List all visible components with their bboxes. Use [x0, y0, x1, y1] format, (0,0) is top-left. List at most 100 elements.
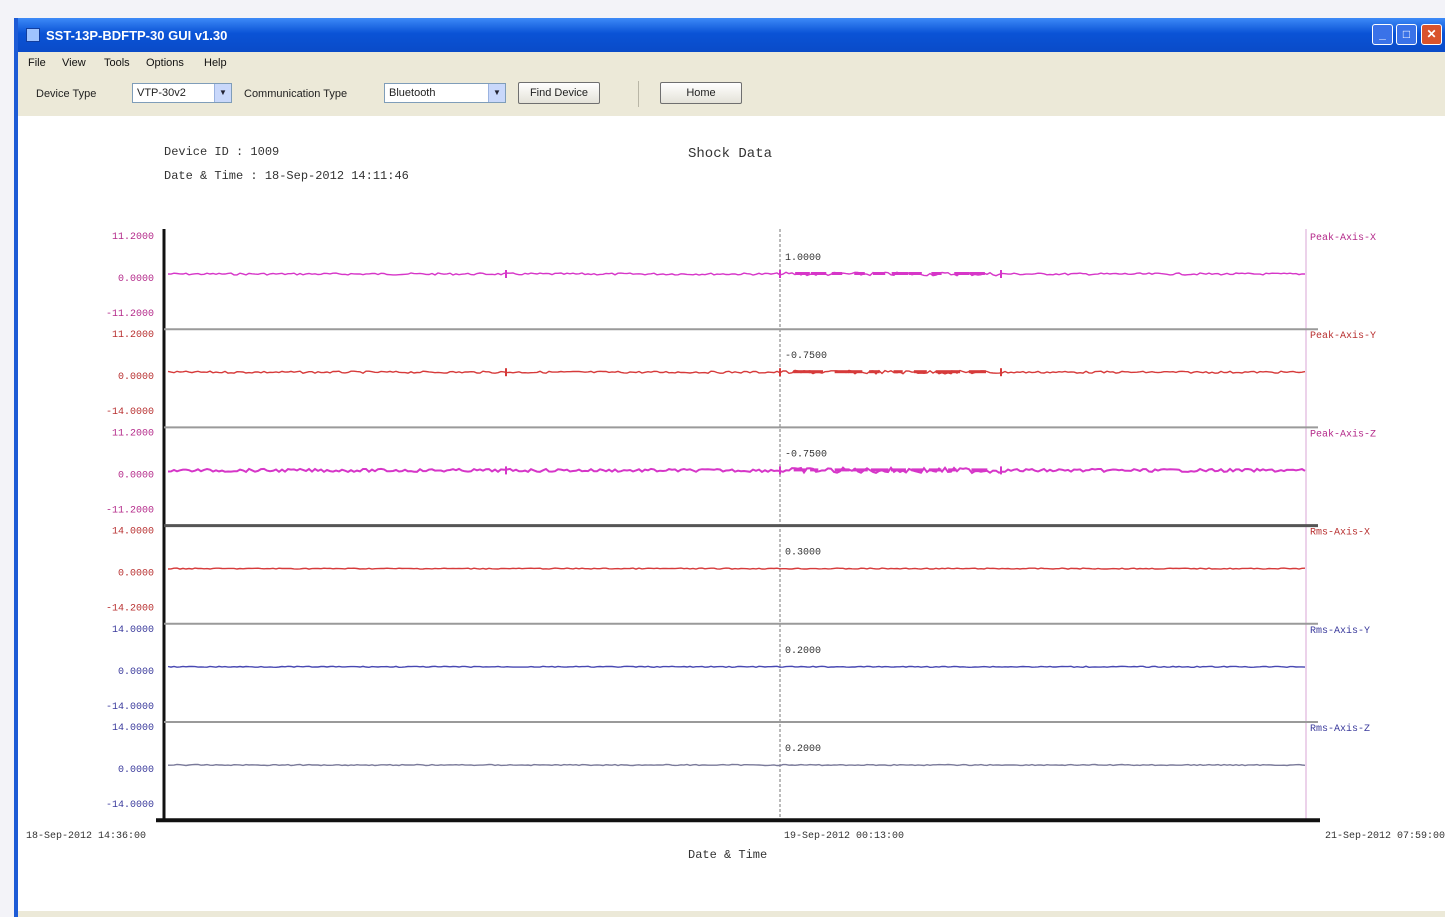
channel-rms-axis-x: 14.0000 0.0000 -14.2000 Rms-Axis-X 0.3000	[106, 524, 1370, 615]
y-tick-label: 14.0000	[112, 625, 154, 636]
chevron-down-icon[interactable]: ▼	[488, 84, 505, 102]
shock-data-chart: Device ID : 1009 Date & Time : 18-Sep-20…	[26, 145, 1445, 862]
y-tick-label: 14.0000	[112, 723, 154, 734]
series-trace	[167, 271, 1306, 277]
event-cluster	[931, 272, 942, 275]
chart-title: Shock Data	[688, 146, 772, 162]
communication-type-select[interactable]: Bluetooth ▼	[384, 83, 506, 103]
y-tick-label: -11.2000	[106, 505, 154, 516]
home-button[interactable]: Home	[660, 82, 742, 104]
y-tick-label: 11.2000	[112, 428, 154, 439]
series-name-label: Rms-Axis-Z	[1310, 723, 1370, 735]
y-tick-label: -14.0000	[106, 407, 154, 418]
y-tick-label: -14.0000	[106, 800, 154, 811]
menu-help[interactable]: Help	[204, 57, 227, 69]
cursor-value-label: 0.3000	[785, 548, 821, 559]
event-cluster	[793, 370, 811, 374]
event-cluster	[848, 370, 863, 374]
device-id-text: Device ID : 1009	[164, 145, 279, 159]
channel-peak-axis-z: 11.2000 0.0000 -11.2000 Peak-Axis-Z -0.7500	[106, 426, 1376, 516]
series-trace	[167, 567, 1306, 570]
title-bar[interactable]: SST-13P-BDFTP-30 GUI v1.30 _ □ ✕	[18, 18, 1445, 52]
event-cluster	[890, 468, 906, 472]
series-name-label: Peak-Axis-Y	[1310, 330, 1376, 342]
event-cluster	[954, 272, 970, 275]
y-tick-label: 11.2000	[112, 232, 154, 243]
application-window: SST-13P-BDFTP-30 GUI v1.30 _ □ ✕ File Vi…	[14, 18, 1445, 917]
app-icon	[26, 28, 40, 42]
series-name-label: Rms-Axis-Y	[1310, 625, 1370, 637]
y-tick-label: 14.0000	[112, 527, 154, 538]
event-cluster	[870, 468, 889, 472]
cursor-value-label: -0.7500	[785, 351, 827, 362]
menu-file[interactable]: File	[28, 57, 46, 69]
device-type-select[interactable]: VTP-30v2 ▼	[132, 83, 232, 103]
window-title: SST-13P-BDFTP-30 GUI v1.30	[46, 28, 228, 43]
event-cluster	[948, 468, 957, 472]
event-cluster	[969, 272, 985, 275]
communication-type-value: Bluetooth	[389, 87, 436, 99]
event-cluster	[810, 272, 827, 275]
close-button[interactable]: ✕	[1421, 24, 1442, 45]
chevron-down-icon[interactable]: ▼	[214, 84, 231, 102]
y-tick-label: -14.2000	[106, 604, 154, 615]
event-cluster	[834, 468, 850, 472]
channel-rms-axis-y: 14.0000 0.0000 -14.0000 Rms-Axis-Y 0.2000	[106, 622, 1370, 713]
event-cluster	[951, 370, 961, 374]
y-tick-label: -14.0000	[106, 702, 154, 713]
menu-view[interactable]: View	[62, 57, 86, 69]
cursor-value-label: 0.2000	[785, 646, 821, 657]
device-type-label: Device Type	[36, 88, 97, 100]
event-cluster	[893, 370, 903, 374]
event-cluster	[793, 468, 807, 472]
y-tick-label: -11.2000	[106, 309, 154, 320]
event-cluster	[891, 272, 909, 275]
series-name-label: Peak-Axis-X	[1310, 232, 1376, 244]
cursor-value-label: -0.7500	[785, 449, 827, 460]
event-cluster	[808, 370, 824, 374]
channel-rms-axis-z: 14.0000 0.0000 -14.0000 Rms-Axis-Z 0.2000	[106, 721, 1370, 811]
chart-area: Device ID : 1009 Date & Time : 18-Sep-20…	[18, 116, 1445, 911]
y-tick-label: 0.0000	[118, 470, 154, 481]
y-tick-label: 11.2000	[112, 330, 154, 341]
event-cluster	[872, 272, 886, 275]
x-axis-label: Date & Time	[688, 848, 767, 862]
y-tick-label: 0.0000	[118, 372, 154, 383]
menu-bar: File View Tools Options Help	[18, 52, 1445, 74]
cursor-value-label: 0.2000	[785, 744, 821, 755]
device-type-value: VTP-30v2	[137, 87, 186, 99]
event-cluster	[913, 370, 927, 374]
channel-peak-axis-x: 11.2000 0.0000 -11.2000 Peak-Axis-X 1.0000	[106, 232, 1376, 320]
event-cluster	[853, 468, 868, 472]
toolbar: Device Type VTP-30v2 ▼ Communication Typ…	[18, 76, 1445, 112]
series-trace	[168, 763, 1306, 767]
event-cluster	[810, 468, 819, 472]
event-cluster	[831, 272, 843, 275]
toolbar-separator	[638, 81, 639, 107]
series-name-label: Peak-Axis-Z	[1310, 428, 1376, 440]
x-tick-label: 18-Sep-2012 14:36:00	[26, 831, 146, 842]
x-tick-label: 19-Sep-2012 00:13:00	[784, 831, 904, 842]
maximize-button[interactable]: □	[1396, 24, 1417, 45]
event-cluster	[834, 370, 849, 374]
event-cluster	[795, 272, 810, 275]
menu-options[interactable]: Options	[146, 57, 184, 69]
find-device-button[interactable]: Find Device	[518, 82, 600, 104]
communication-type-label: Communication Type	[244, 88, 348, 100]
channel-peak-axis-y: 11.2000 0.0000 -14.0000 Peak-Axis-Y -0.7500	[106, 328, 1376, 418]
minimize-button[interactable]: _	[1372, 24, 1393, 45]
cursor-value-label: 1.0000	[785, 253, 821, 264]
event-cluster	[908, 272, 922, 275]
date-time-text: Date & Time : 18-Sep-2012 14:11:46	[164, 169, 409, 183]
event-cluster	[968, 370, 987, 374]
y-tick-label: 0.0000	[118, 274, 154, 285]
x-tick-label: 21-Sep-2012 07:59:00	[1325, 831, 1445, 842]
series-trace	[167, 665, 1306, 669]
menu-tools[interactable]: Tools	[104, 57, 130, 69]
series-trace	[167, 466, 1306, 475]
event-cluster	[869, 370, 880, 374]
y-tick-label: 0.0000	[118, 667, 154, 678]
status-bar	[18, 911, 1445, 917]
y-tick-label: 0.0000	[118, 569, 154, 580]
series-trace	[167, 369, 1306, 375]
